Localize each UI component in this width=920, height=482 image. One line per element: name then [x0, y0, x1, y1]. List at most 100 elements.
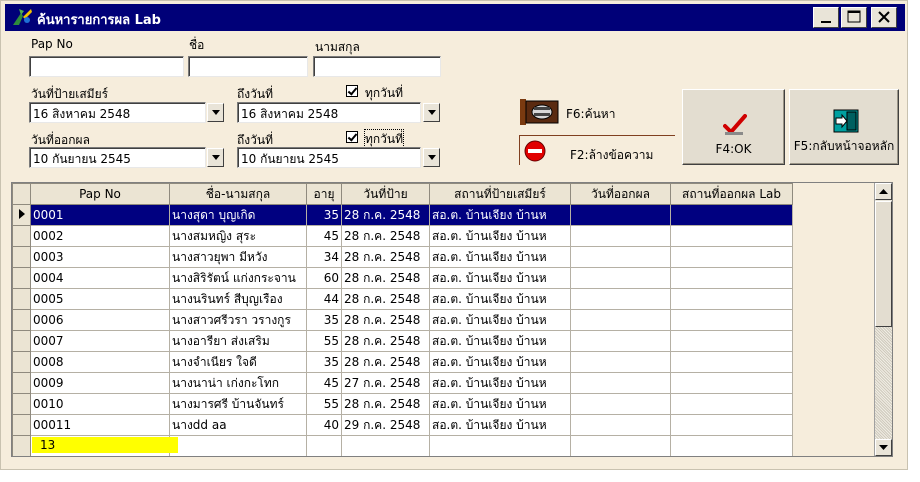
result-to-dropdown[interactable] [423, 148, 440, 167]
smear-date-cell[interactable]: 28 ก.ค. 2548 [341, 309, 430, 331]
result-to-date[interactable]: 10 กันยายน 2545 [237, 147, 421, 168]
result-date-cell[interactable] [570, 246, 671, 268]
smear-date-cell[interactable]: 28 ก.ค. 2548 [341, 246, 430, 268]
surname-input[interactable] [313, 56, 441, 77]
pap-no-cell[interactable]: 0005 [30, 288, 170, 310]
result-place-cell[interactable] [670, 288, 793, 310]
result-date-cell[interactable] [570, 267, 671, 289]
col-header-result-place[interactable]: สถานที่ออกผล Lab [670, 183, 793, 205]
result-date-cell[interactable] [570, 288, 671, 310]
row-indicator[interactable] [12, 393, 31, 415]
result-place-cell[interactable] [670, 414, 793, 436]
pap-no-cell[interactable]: 00011 [30, 414, 170, 436]
smear-place-cell[interactable]: สอ.ต. บ้านเจียง บ้านห [429, 330, 571, 352]
smear-date-cell[interactable]: 28 ก.ค. 2548 [341, 393, 430, 415]
row-indicator[interactable] [12, 414, 31, 436]
result-place-cell[interactable] [670, 330, 793, 352]
result-date-cell[interactable] [570, 204, 671, 226]
smear-all-checkbox[interactable] [346, 85, 358, 97]
col-header-smear-place[interactable]: สถานที่ป้ายเสมียร์ [429, 183, 571, 205]
age-cell[interactable]: 55 [306, 393, 342, 415]
table-row[interactable]: 0004 นางสิริรัตน์ แก่งกระจาน 60 28 ก.ค. 254… [12, 267, 793, 289]
name-cell[interactable]: นางมารศรี บ้านจันทร์ [169, 393, 307, 415]
smear-date-cell[interactable]: 29 ก.ค. 2548 [341, 414, 430, 436]
table-row[interactable]: 0002 นางสมหญิง สุระ 45 28 ก.ค. 2548 สอ.ต. บ้… [12, 225, 793, 247]
pap-no-cell[interactable]: 0008 [30, 351, 170, 373]
age-cell[interactable]: 45 [306, 225, 342, 247]
age-cell[interactable]: 55 [306, 330, 342, 352]
smear-to-date[interactable]: 16 สิงหาคม 2548 [237, 102, 421, 123]
col-header-age[interactable]: อายุ [306, 183, 342, 205]
pap-no-input[interactable] [29, 56, 184, 77]
smear-place-cell[interactable]: สอ.ต. บ้านเจียง บ้านห [429, 351, 571, 373]
current-row-indicator[interactable] [12, 204, 31, 226]
name-cell[interactable]: นางอารียา ส่งเสริม [169, 330, 307, 352]
smear-date-cell[interactable]: 28 ก.ค. 2548 [341, 267, 430, 289]
ok-button[interactable]: F4:OK [682, 89, 785, 165]
close-button[interactable] [871, 7, 897, 28]
result-place-cell[interactable] [670, 246, 793, 268]
scroll-down-button[interactable] [875, 439, 892, 456]
result-all-checkbox[interactable] [346, 131, 358, 143]
name-input[interactable] [188, 56, 308, 77]
smear-place-cell[interactable]: สอ.ต. บ้านเจียง บ้านห [429, 225, 571, 247]
name-cell[interactable]: นางdd aa [169, 414, 307, 436]
scroll-up-button[interactable] [875, 183, 892, 200]
smear-from-date[interactable]: 16 สิงหาคม 2548 [29, 102, 206, 123]
name-cell[interactable]: นางสุดา บุญเกิด [169, 204, 307, 226]
minimize-button[interactable] [813, 7, 839, 28]
row-indicator[interactable] [12, 246, 31, 268]
name-cell[interactable]: นางนรินทร์ สีบุญเรือง [169, 288, 307, 310]
table-row[interactable]: 0001 นางสุดา บุญเกิด 35 28 ก.ค. 2548 สอ.ต. บ… [12, 204, 793, 226]
scroll-thumb[interactable] [875, 201, 892, 327]
age-cell[interactable]: 44 [306, 288, 342, 310]
table-row[interactable]: 0003 นางสาวยุพา มีหวัง 34 28 ก.ค. 2548 สอ.ต.… [12, 246, 793, 268]
pap-no-cell[interactable]: 0001 [30, 204, 170, 226]
result-place-cell[interactable] [670, 204, 793, 226]
table-row[interactable]: 0010 นางมารศรี บ้านจันทร์ 55 28 ก.ค. 2548 สอ… [12, 393, 793, 415]
name-cell[interactable]: นางนาน่า เก่งกะโทก [169, 372, 307, 394]
row-indicator[interactable] [12, 330, 31, 352]
result-date-cell[interactable] [570, 351, 671, 373]
smear-place-cell[interactable]: สอ.ต. บ้านเจียง บ้านห [429, 246, 571, 268]
name-cell[interactable]: นางสาวศรีวรา วรางกูร [169, 309, 307, 331]
smear-date-cell[interactable]: 28 ก.ค. 2548 [341, 204, 430, 226]
smear-to-dropdown[interactable] [423, 103, 440, 122]
clear-action[interactable]: F2:ล้างข้อความ [519, 135, 675, 165]
results-grid[interactable]: Pap No ชื่อ-นามสกุล อายุ วันที่ป้าย สถาน… [11, 182, 893, 457]
smear-from-dropdown[interactable] [207, 103, 224, 122]
result-from-date[interactable]: 10 กันยายน 2545 [29, 147, 206, 168]
smear-place-cell[interactable]: สอ.ต. บ้านเจียง บ้านห [429, 267, 571, 289]
row-indicator[interactable] [12, 225, 31, 247]
table-row[interactable]: 0009 นางนาน่า เก่งกะโทก 45 27 ก.ค. 2548 สอ.ต… [12, 372, 793, 394]
scroll-track[interactable] [875, 327, 892, 439]
result-place-cell[interactable] [670, 267, 793, 289]
col-header-pap-no[interactable]: Pap No [30, 183, 170, 205]
result-date-cell[interactable] [570, 309, 671, 331]
smear-date-cell[interactable]: 27 ก.ค. 2548 [341, 372, 430, 394]
smear-place-cell[interactable]: สอ.ต. บ้านเจียง บ้านห [429, 288, 571, 310]
search-action[interactable]: F6:ค้นหา [520, 97, 670, 127]
result-place-cell[interactable] [670, 393, 793, 415]
age-cell[interactable]: 34 [306, 246, 342, 268]
age-cell[interactable]: 35 [306, 309, 342, 331]
result-place-cell[interactable] [670, 309, 793, 331]
pap-no-cell[interactable]: 0007 [30, 330, 170, 352]
pap-no-cell[interactable]: 0003 [30, 246, 170, 268]
pap-no-cell[interactable]: 0006 [30, 309, 170, 331]
age-cell[interactable]: 35 [306, 204, 342, 226]
pap-no-cell[interactable]: 0009 [30, 372, 170, 394]
smear-place-cell[interactable]: สอ.ต. บ้านเจียง บ้านห [429, 393, 571, 415]
table-row[interactable]: 0005 นางนรินทร์ สีบุญเรือง 44 28 ก.ค. 2548 ส… [12, 288, 793, 310]
name-cell[interactable]: นางสิริรัตน์ แก่งกระจาน [169, 267, 307, 289]
smear-place-cell[interactable]: สอ.ต. บ้านเจียง บ้านห [429, 414, 571, 436]
col-header-smear-date[interactable]: วันที่ป้าย [341, 183, 430, 205]
smear-place-cell[interactable]: สอ.ต. บ้านเจียง บ้านห [429, 204, 571, 226]
row-indicator[interactable] [12, 372, 31, 394]
row-indicator[interactable] [12, 351, 31, 373]
vertical-scrollbar[interactable] [874, 183, 892, 456]
age-cell[interactable]: 40 [306, 414, 342, 436]
name-cell[interactable]: นางสาวยุพา มีหวัง [169, 246, 307, 268]
back-button[interactable]: F5:กลับหน้าจอหลัก [789, 89, 899, 165]
pap-no-cell[interactable]: 0010 [30, 393, 170, 415]
